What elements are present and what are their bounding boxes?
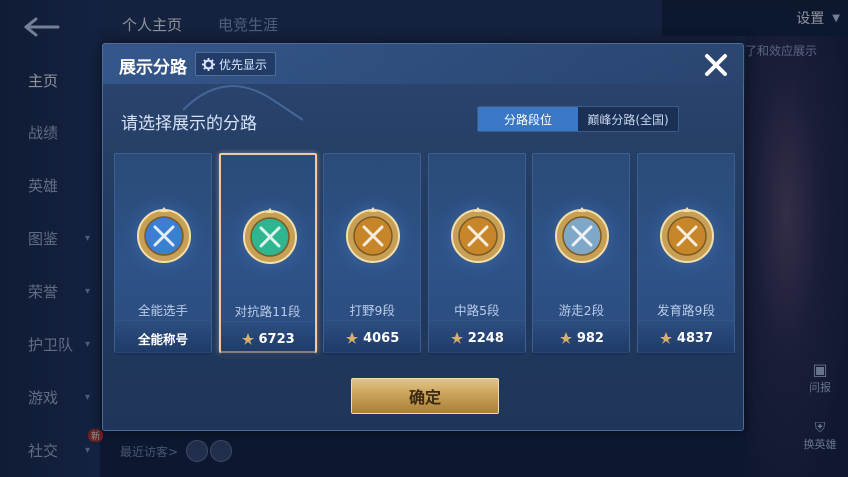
- lane-rank-name: 全能选手: [137, 303, 188, 318]
- score-emblem-icon: [659, 332, 672, 344]
- score-emblem-icon: [346, 332, 359, 344]
- lane-card-jungle[interactable]: 打野9段 4065: [323, 153, 422, 355]
- lane-rank-name: 中路5段: [454, 303, 500, 318]
- score-emblem-icon: [450, 332, 463, 344]
- lane-card-roam[interactable]: 游走2段 982: [532, 153, 631, 355]
- toggle-lane-rank[interactable]: 分路段位: [478, 107, 578, 131]
- farm-lane-emblem-icon: [660, 207, 714, 263]
- lane-score-value: 4065: [363, 330, 400, 346]
- dialog-title: 展示分路: [119, 58, 187, 78]
- jungle-emblem-icon: [346, 207, 401, 263]
- lane-cards: 全能选手 全能称号 对抗路11段 6723 打野9段 4065 中路5段 2248 游走2段 98…: [114, 153, 736, 356]
- lane-score-row: 2248: [428, 320, 525, 355]
- lane-score-row: 4065: [324, 320, 421, 355]
- mid-lane-emblem-icon: [450, 207, 505, 263]
- gear-icon: [202, 57, 215, 71]
- close-icon[interactable]: [701, 50, 731, 80]
- lane-rank-name: 游走2段: [558, 303, 605, 318]
- lane-card-farm-lane[interactable]: 发育路9段 4837: [637, 153, 735, 355]
- allround-emblem-icon: [137, 207, 191, 263]
- lane-score-value: 全能称号: [137, 331, 188, 347]
- lane-score-row: 6723: [220, 321, 315, 356]
- lane-display-dialog: 展示分路 优先显示 请选择展示的分路 分路段位 巅峰分路(全国) 全能选手全能称…: [102, 43, 745, 431]
- lane-rank-name: 对抗路11段: [234, 304, 301, 319]
- score-emblem-icon: [241, 333, 254, 345]
- confirm-button[interactable]: 确定: [351, 378, 499, 414]
- lane-score-row: 全能称号: [115, 320, 211, 355]
- priority-display-label: 优先显示: [219, 57, 268, 72]
- priority-display-button[interactable]: 优先显示: [195, 52, 277, 76]
- lane-card-mid-lane[interactable]: 中路5段 2248: [427, 153, 526, 355]
- lane-score-value: 4837: [676, 330, 714, 346]
- roam-emblem-icon: [555, 207, 610, 263]
- lane-card-allround[interactable]: 全能选手 全能称号: [114, 153, 212, 355]
- clash-lane-emblem-icon: [242, 208, 297, 264]
- toggle-peak-lane[interactable]: 巅峰分路(全国): [578, 107, 678, 131]
- lane-mode-toggle: 分路段位 巅峰分路(全国): [477, 106, 679, 132]
- lane-score-row: 4837: [638, 320, 734, 355]
- lane-score-row: 982: [533, 320, 630, 355]
- lane-rank-name: 发育路9段: [657, 303, 715, 318]
- lane-score-value: 6723: [258, 331, 295, 347]
- lane-score-value: 2248: [467, 330, 504, 346]
- lane-score-value: 982: [576, 330, 604, 346]
- lane-card-clash-lane[interactable]: 对抗路11段 6723: [218, 153, 317, 356]
- score-emblem-icon: [559, 332, 572, 344]
- lane-rank-name: 打野9段: [349, 303, 395, 318]
- dialog-subtitle: 请选择展示的分路: [121, 114, 257, 134]
